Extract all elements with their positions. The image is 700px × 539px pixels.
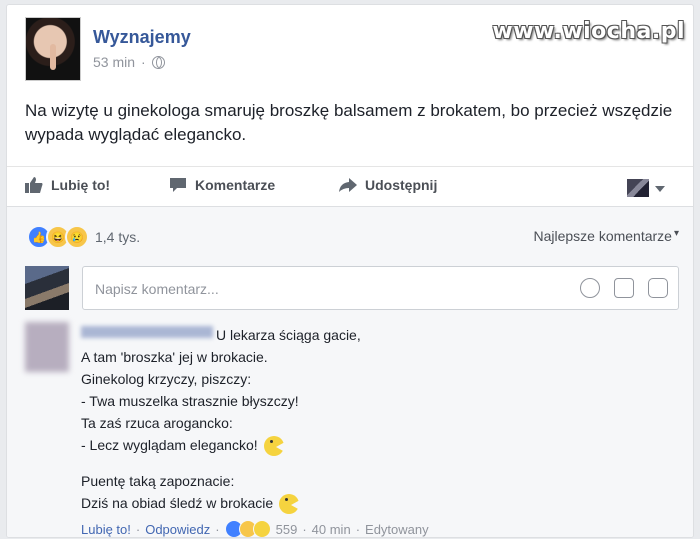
comment-like-link[interactable]: Lubię to!	[81, 522, 131, 537]
post-card: www.wiocha.pl Wyznajemy 53 min · Na wizy…	[6, 4, 694, 538]
page-avatar[interactable]	[25, 17, 81, 81]
commenter-avatar[interactable]	[25, 322, 69, 372]
sad-reaction-icon: 😢	[65, 225, 89, 249]
comment-line: Ta zaś rzuca arogancko:	[81, 415, 233, 431]
comment-line: Puentę taką zapoznacie:	[81, 473, 235, 489]
post-text: Na wizytę u ginekologa smaruję broszkę b…	[25, 101, 673, 144]
comment-button[interactable]: Komentarze	[169, 177, 275, 193]
comment-input[interactable]	[93, 277, 517, 301]
post-as-avatar[interactable]	[627, 179, 649, 197]
comment-line: U lekarza ściąga gacie,	[216, 327, 361, 343]
comment-sort-dropdown[interactable]: Najlepsze komentarze	[533, 228, 679, 244]
reaction-count: 1,4 tys.	[95, 229, 141, 245]
post-actions-bar: Lubię to! Komentarze Udostępnij	[7, 166, 693, 207]
pacman-emoji-icon	[263, 436, 285, 457]
emoji-icon[interactable]	[580, 278, 600, 298]
comment-line: A tam 'broszka' jej w brokacie.	[81, 349, 268, 365]
reactions-summary[interactable]: 👍 😆 😢 1,4 tys.	[27, 225, 140, 249]
watermark: www.wiocha.pl	[492, 19, 685, 44]
comment-reactions[interactable]	[224, 520, 271, 537]
user-avatar	[25, 266, 69, 310]
comment-time[interactable]: 40 min	[312, 522, 351, 537]
thumbs-up-icon	[25, 177, 43, 193]
chevron-down-icon[interactable]	[655, 186, 665, 192]
comment-meta: Lubię to! · Odpowiedz · 559 · 40 min · E…	[81, 520, 429, 537]
sticker-icon[interactable]	[648, 278, 668, 298]
comment-edited[interactable]: Edytowany	[365, 522, 429, 537]
post-meta: 53 min ·	[93, 54, 165, 70]
comment-line-with-emoji: - Lecz wyglądam elegancko!	[81, 434, 641, 457]
comment-reaction-count: 559	[275, 521, 298, 537]
share-arrow-icon	[339, 178, 357, 192]
share-button[interactable]: Udostępnij	[339, 177, 437, 193]
page-name-link[interactable]: Wyznajemy	[93, 27, 191, 48]
comments-section: 👍 😆 😢 1,4 tys. Najlepsze komentarze U le…	[7, 206, 693, 537]
comment-line: Ginekolog krzyczy, piszczy:	[81, 371, 252, 387]
comment-body: U lekarza ściąga gacie, A tam 'broszka' …	[81, 324, 641, 515]
like-button[interactable]: Lubię to!	[25, 177, 110, 193]
camera-icon[interactable]	[614, 278, 634, 298]
comment-reply-link[interactable]: Odpowiedz	[145, 522, 210, 537]
globe-icon	[151, 55, 165, 69]
comment-line-with-emoji: Dziś na obiad śledź w brokacie	[81, 492, 641, 515]
pacman-reaction-icon	[252, 520, 271, 537]
comment-line: - Twa muszelka strasznie błyszczy!	[81, 393, 299, 409]
pacman-emoji-icon	[279, 494, 301, 515]
comment-composer[interactable]	[82, 266, 679, 310]
post-time[interactable]: 53 min	[93, 54, 135, 70]
speech-bubble-icon	[170, 178, 186, 192]
